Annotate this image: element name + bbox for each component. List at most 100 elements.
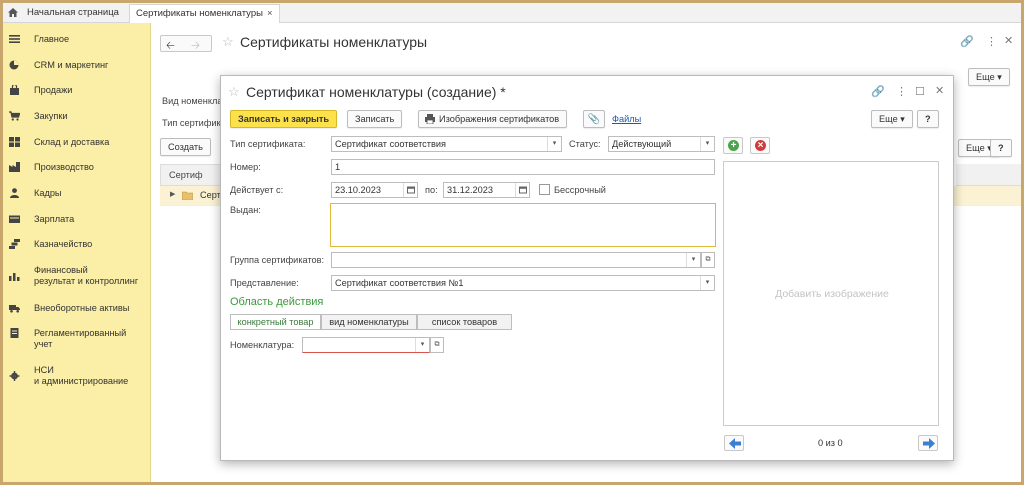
certificate-images-button[interactable]: Изображения сертификатов: [418, 110, 568, 128]
folder-icon: [182, 191, 193, 200]
type-select[interactable]: Сертификат соответствия ▾: [331, 136, 562, 152]
scope-section-title: Область действия: [230, 296, 324, 308]
calendar-icon[interactable]: [515, 183, 529, 197]
sidebar-item-hr[interactable]: Кадры: [3, 187, 151, 201]
number-input[interactable]: 1: [331, 159, 715, 175]
sidebar-item-label: Внеоборотные активы: [34, 303, 130, 313]
more-dots-icon[interactable]: ⋮: [896, 85, 907, 98]
help-button[interactable]: ?: [917, 110, 939, 128]
close-tab-icon[interactable]: ×: [267, 8, 273, 19]
add-image-button[interactable]: +: [723, 137, 743, 154]
pie-chart-icon: [9, 60, 19, 70]
more-label: Еще: [879, 114, 898, 124]
kind-label-bg: Вид номенкла: [162, 96, 223, 106]
perpetual-label: Бессрочный: [554, 185, 606, 195]
back-arrow-icon[interactable]: 🡠: [166, 37, 175, 56]
list-header: Сертиф: [160, 164, 222, 186]
perpetual-checkbox[interactable]: [539, 184, 550, 195]
nav-buttons: 🡠 🡢: [160, 35, 212, 52]
prev-image-button[interactable]: [724, 435, 744, 451]
sidebar-item-crm[interactable]: CRM и маркетинг: [3, 59, 151, 73]
list-header-right: [956, 164, 1021, 186]
menu-lines-icon: [9, 35, 20, 43]
favorite-star-icon[interactable]: ☆: [228, 84, 240, 100]
tab-home[interactable]: Начальная страница: [21, 4, 125, 23]
sidebar-item-label: НСИ и администрирование: [34, 365, 129, 386]
dropdown-arrow-icon[interactable]: ▾: [700, 276, 714, 290]
tab-specific-product[interactable]: конкретный товар: [230, 314, 321, 330]
close-icon[interactable]: ✕: [935, 84, 944, 97]
sidebar-item-admin[interactable]: НСИ и администрирование: [3, 364, 151, 390]
next-image-button[interactable]: [918, 435, 938, 451]
sidebar-item-purchases[interactable]: Закупки: [3, 110, 151, 124]
valid-to-input[interactable]: 31.12.2023: [443, 182, 530, 198]
save-button[interactable]: Записать: [347, 110, 403, 128]
sidebar-item-finance[interactable]: Финансовый результат и контроллинг: [3, 264, 151, 290]
tab-product-list[interactable]: список товаров: [417, 314, 512, 330]
sidebar-item-sales[interactable]: Продажи: [3, 84, 151, 98]
status-value: Действующий: [612, 139, 672, 149]
sidebar: Главное CRM и маркетинг Продажи Закупки …: [3, 23, 151, 482]
dropdown-arrow-icon[interactable]: ▾: [547, 137, 561, 151]
bar-chart-icon: [9, 273, 20, 281]
link-icon[interactable]: 🔗: [960, 35, 974, 48]
delete-image-button[interactable]: ×: [750, 137, 770, 154]
sidebar-item-salary[interactable]: Зарплата: [3, 213, 151, 227]
calendar-icon[interactable]: [403, 183, 417, 197]
plus-circle-icon: +: [728, 140, 739, 151]
group-select[interactable]: ▾: [331, 252, 701, 268]
sidebar-item-label: Финансовый результат и контроллинг: [34, 265, 139, 286]
nomenclature-select[interactable]: ▾: [302, 337, 430, 353]
type-value: Сертификат соответствия: [335, 139, 446, 149]
valid-to-value: 31.12.2023: [447, 185, 493, 195]
more-label: Еще: [976, 72, 995, 82]
home-icon[interactable]: [8, 8, 18, 17]
valid-from-input[interactable]: 23.10.2023: [331, 182, 418, 198]
sidebar-item-label: CRM и маркетинг: [34, 60, 109, 70]
sidebar-item-warehouse[interactable]: Склад и доставка: [3, 136, 151, 150]
more-dots-icon[interactable]: ⋮: [986, 35, 997, 48]
nomenclature-label: Номенклатура:: [230, 340, 295, 350]
expand-arrow-icon[interactable]: ▶: [170, 190, 175, 198]
open-icon[interactable]: ⧉: [701, 252, 715, 268]
issued-label: Выдан:: [230, 205, 261, 215]
sidebar-item-production[interactable]: Производство: [3, 161, 151, 175]
close-icon[interactable]: ✕: [1004, 34, 1013, 47]
representation-select[interactable]: Сертификат соответствия №1 ▾: [331, 275, 715, 291]
more-button[interactable]: Еще ▾: [871, 110, 913, 128]
sidebar-item-label: Зарплата: [34, 214, 75, 224]
shopping-bag-icon: [10, 85, 19, 95]
sidebar-item-label: Продажи: [34, 85, 73, 95]
files-link[interactable]: Файлы: [612, 114, 641, 124]
image-panel[interactable]: Добавить изображение: [723, 161, 939, 426]
dropdown-arrow-icon[interactable]: ▾: [686, 253, 700, 267]
tab-nomenclature-kind[interactable]: вид номенклатуры: [321, 314, 417, 330]
link-icon[interactable]: 🔗: [871, 85, 885, 98]
certificate-images-label: Изображения сертификатов: [439, 114, 560, 124]
valid-from-label: Действует с:: [230, 185, 284, 195]
sidebar-item-label: Регламентированный учет: [34, 328, 127, 349]
dropdown-arrow-icon[interactable]: ▾: [415, 338, 429, 352]
forward-arrow-icon[interactable]: 🡢: [191, 37, 200, 56]
sidebar-item-label: Кадры: [34, 188, 62, 198]
sidebar-item-main[interactable]: Главное: [3, 33, 151, 47]
tab-certificates[interactable]: Сертификаты номенклатуры ×: [129, 4, 280, 24]
gear-icon: [9, 371, 20, 381]
sidebar-item-treasury[interactable]: Казначейство: [3, 238, 151, 252]
issued-textarea[interactable]: [330, 203, 716, 247]
help-button-bg[interactable]: ?: [990, 139, 1012, 157]
sidebar-item-fixed-assets[interactable]: Внеоборотные активы: [3, 302, 151, 316]
create-button[interactable]: Создать: [160, 138, 211, 156]
number-value: 1: [335, 162, 341, 172]
attachment-button[interactable]: 📎: [583, 110, 605, 128]
favorite-star-icon[interactable]: ☆: [222, 34, 234, 50]
dropdown-arrow-icon[interactable]: ▾: [700, 137, 714, 151]
save-and-close-button[interactable]: Записать и закрыть: [230, 110, 338, 128]
representation-label: Представление:: [230, 278, 299, 288]
open-icon[interactable]: ⧉: [430, 337, 444, 353]
status-select[interactable]: Действующий ▾: [608, 136, 715, 152]
more-button-bg[interactable]: Еще ▾: [968, 68, 1010, 86]
maximize-icon[interactable]: ☐: [915, 85, 925, 98]
sidebar-item-regulated[interactable]: Регламентированный учет: [3, 327, 151, 353]
app-window: Начальная страница Сертификаты номенклат…: [3, 3, 1021, 482]
